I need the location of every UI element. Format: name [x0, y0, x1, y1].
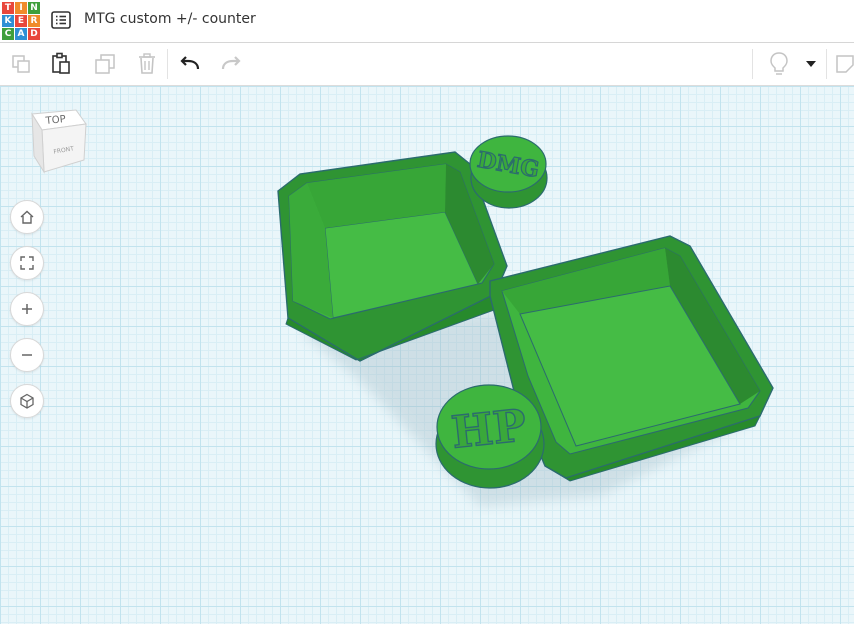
logo-tile: C [2, 28, 14, 40]
copy-icon[interactable] [8, 51, 34, 77]
project-list-icon[interactable] [50, 9, 72, 31]
lightbulb-icon[interactable] [766, 51, 792, 77]
logo-tile: N [28, 2, 40, 14]
logo-tile: A [15, 28, 27, 40]
chevron-down-icon[interactable] [800, 51, 822, 77]
logo-tile: E [15, 15, 27, 27]
logo-tile: K [2, 15, 14, 27]
undo-icon[interactable] [177, 51, 203, 77]
logo-tile: I [15, 2, 27, 14]
toolbar-separator [826, 49, 827, 79]
redo-icon[interactable] [218, 51, 244, 77]
paste-icon[interactable] [48, 51, 74, 77]
project-title[interactable]: MTG custom +/- counter [84, 11, 256, 27]
workplane-viewport[interactable]: TOP FRONT DMG HP [0, 86, 854, 624]
edit-toolbar [0, 43, 854, 86]
notes-icon[interactable] [832, 51, 854, 77]
toolbar-separator [752, 49, 753, 79]
logo-tile: R [28, 15, 40, 27]
duplicate-icon[interactable] [92, 51, 118, 77]
hp-label: HP [449, 400, 529, 459]
logo-tile: T [2, 2, 14, 14]
delete-icon[interactable] [134, 51, 160, 77]
counter-model[interactable]: DMG HP [0, 86, 854, 624]
logo-tile: D [28, 28, 40, 40]
tinkercad-logo[interactable]: TIN KER CAD [2, 2, 40, 40]
toolbar-separator [167, 49, 168, 79]
top-bar: TIN KER CAD MTG custom +/- counter [0, 0, 854, 43]
